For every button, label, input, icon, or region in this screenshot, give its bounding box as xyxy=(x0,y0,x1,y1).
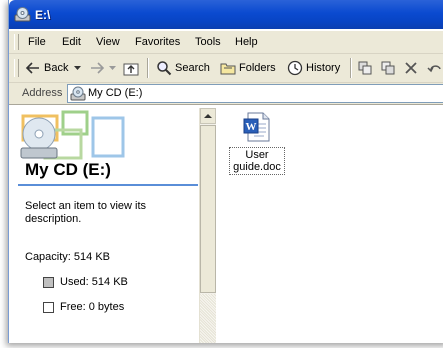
scroll-up-button[interactable] xyxy=(200,108,216,124)
cd-drive-icon xyxy=(14,7,31,22)
menu-grip[interactable] xyxy=(14,34,19,50)
undo-button[interactable] xyxy=(427,58,443,78)
search-icon xyxy=(157,61,172,76)
free-swatch xyxy=(43,301,54,313)
menu-help[interactable]: Help xyxy=(235,36,258,48)
scroll-track[interactable] xyxy=(200,294,216,343)
forward-button[interactable] xyxy=(89,58,105,78)
selection-description: Select an item to view its description. xyxy=(25,200,147,225)
delete-x-icon xyxy=(405,62,417,74)
search-button[interactable]: Search xyxy=(156,58,210,78)
standard-toolbar: Back Search Folders History xyxy=(9,54,443,83)
capacity-text: Capacity: 514 KB xyxy=(25,251,110,263)
move-to-button[interactable] xyxy=(357,58,373,78)
explorer-window: E:\ File Edit View Favorites Tools Help … xyxy=(8,0,443,343)
back-button[interactable]: Back xyxy=(25,58,68,78)
dropdown-arrow-icon xyxy=(74,65,81,70)
delete-button[interactable] xyxy=(404,58,418,78)
drive-title: My CD (E:) xyxy=(25,160,111,179)
toolbar-separator xyxy=(350,58,352,78)
back-label: Back xyxy=(44,62,69,74)
used-legend: Used: 514 KB xyxy=(43,276,128,288)
toolbar-grip[interactable] xyxy=(14,59,19,77)
details-pane: My CD (E:) Select an item to view its de… xyxy=(12,108,199,343)
title-divider xyxy=(18,184,198,186)
history-button[interactable]: History xyxy=(287,58,340,78)
arrow-up-icon xyxy=(204,114,212,118)
dropdown-arrow-icon xyxy=(109,65,116,70)
move-to-icon xyxy=(358,61,372,75)
history-clock-icon xyxy=(287,60,303,76)
up-folder-icon xyxy=(123,63,139,75)
menu-view[interactable]: View xyxy=(96,36,120,48)
toolbar-separator xyxy=(147,58,149,78)
address-value: My CD (E:) xyxy=(88,87,143,99)
undo-icon xyxy=(427,65,441,73)
folders-button[interactable]: Folders xyxy=(220,58,276,78)
file-item[interactable]: W User guide.doc xyxy=(229,111,285,175)
free-legend: Free: 0 bytes xyxy=(43,301,124,313)
search-label: Search xyxy=(175,62,210,74)
used-text: Used: 514 KB xyxy=(60,276,128,288)
menu-tools[interactable]: Tools xyxy=(195,36,221,48)
cd-drive-icon xyxy=(70,86,86,101)
address-field[interactable]: My CD (E:) xyxy=(67,84,443,103)
forward-dropdown[interactable] xyxy=(109,58,116,78)
file-list: W User guide.doc xyxy=(216,108,443,343)
svg-text:W: W xyxy=(246,121,257,133)
scroll-thumb[interactable] xyxy=(200,125,216,293)
history-label: History xyxy=(306,62,341,74)
address-bar: Address My CD (E:) xyxy=(9,83,443,105)
details-scrollbar[interactable] xyxy=(199,108,216,343)
window-title: E:\ xyxy=(35,8,51,22)
back-dropdown[interactable] xyxy=(74,58,81,78)
up-folder-button[interactable] xyxy=(123,58,139,78)
menu-edit[interactable]: Edit xyxy=(62,36,81,48)
menu-file[interactable]: File xyxy=(28,36,46,48)
copy-to-icon xyxy=(381,61,395,75)
forward-arrow-icon xyxy=(91,62,105,74)
file-name: User guide.doc xyxy=(229,147,285,175)
folders-label: Folders xyxy=(239,62,276,74)
address-label: Address xyxy=(22,87,63,99)
back-arrow-icon xyxy=(25,62,39,74)
word-document-icon: W xyxy=(243,112,270,142)
menu-bar: File Edit View Favorites Tools Help xyxy=(9,31,443,54)
free-text: Free: 0 bytes xyxy=(60,301,125,313)
title-bar[interactable]: E:\ xyxy=(9,0,443,29)
used-swatch xyxy=(43,276,54,288)
menu-favorites[interactable]: Favorites xyxy=(135,36,180,48)
folders-icon xyxy=(220,63,236,74)
copy-to-button[interactable] xyxy=(380,58,396,78)
